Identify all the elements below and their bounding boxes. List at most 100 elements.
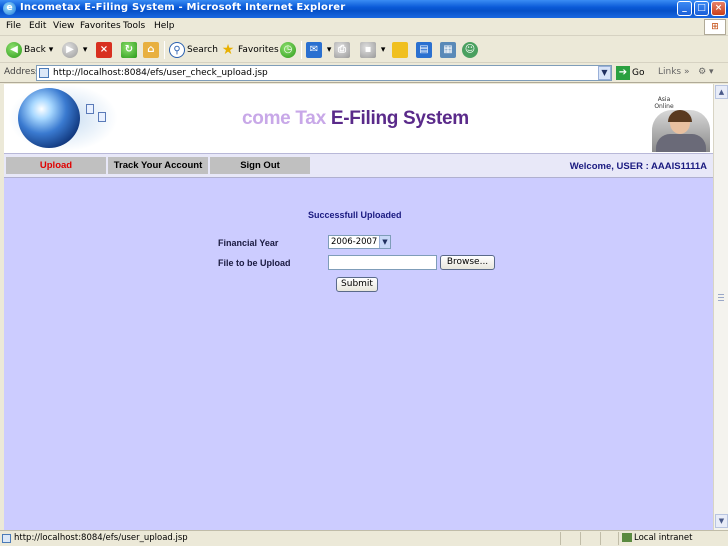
forward-arrow-icon: ▶ (62, 41, 78, 58)
menu-file[interactable]: File (6, 21, 21, 31)
users-button[interactable]: ☺ (462, 40, 480, 60)
minimize-button[interactable]: _ (677, 1, 692, 16)
status-bar: http://localhost:8084/efs/user_upload.js… (0, 530, 728, 546)
menu-edit[interactable]: Edit (29, 21, 46, 31)
scroll-down-button[interactable]: ▼ (715, 514, 728, 528)
page-status-icon (2, 534, 11, 543)
address-bar: Address http://localhost:8084/efs/user_c… (0, 63, 728, 83)
document-icon (86, 104, 94, 114)
financial-year-select[interactable]: 2006-2007 ▼ (328, 235, 391, 249)
go-label: Go (632, 68, 645, 78)
scroll-grip (718, 297, 724, 298)
mail-button[interactable]: ✉ ▾ (306, 40, 331, 60)
back-label: Back (24, 45, 46, 55)
windows-logo-icon: ⊞ (704, 19, 726, 35)
refresh-icon: ↻ (121, 41, 137, 58)
status-text: http://localhost:8084/efs/user_upload.js… (14, 533, 188, 543)
toolbar-extra-icon: ⚙ (698, 67, 707, 77)
upload-status-message: Successfull Uploaded (308, 210, 402, 220)
mail-icon: ✉ (306, 41, 322, 58)
address-dropdown-button[interactable]: ▼ (598, 66, 611, 80)
search-button[interactable]: ⚲ Search (169, 40, 218, 60)
page-icon (39, 68, 49, 78)
home-button[interactable]: ⌂ (143, 40, 161, 60)
site-title-faded: come Tax (242, 108, 331, 129)
links-button[interactable]: Links » ⚙ ▾ (658, 67, 714, 77)
messenger-icon: ▦ (440, 41, 456, 58)
favorites-label: Favorites (238, 45, 279, 55)
nav-track-account[interactable]: Track Your Account (108, 157, 208, 174)
ie-icon: e (3, 2, 16, 15)
users-icon: ☺ (462, 41, 478, 58)
toolbar-separator (164, 41, 165, 59)
menu-tools[interactable]: Tools (123, 21, 145, 31)
nav-sign-out[interactable]: Sign Out (210, 157, 310, 174)
close-button[interactable]: × (711, 1, 726, 16)
financial-year-label: Financial Year (218, 238, 279, 248)
toolbar: ◀ Back ▾ ▶ ▾ × ↻ ⌂ ⚲ Search ★ Favorites ◷ ✉… (0, 37, 728, 63)
support-agent-image (652, 110, 710, 152)
title-bar: e Incometax E-Filing System - Microsoft … (0, 0, 728, 18)
security-zone-label: Local intranet (634, 533, 693, 543)
home-icon: ⌂ (143, 41, 159, 58)
window-title: Incometax E-Filing System - Microsoft In… (20, 2, 346, 13)
scroll-grip (718, 294, 724, 295)
scroll-up-button[interactable]: ▲ (715, 85, 728, 99)
page-viewport: come Tax E-Filing System Asia Online Upl… (4, 84, 713, 530)
refresh-button[interactable]: ↻ (121, 40, 139, 60)
submit-button[interactable]: Submit (336, 277, 378, 292)
history-icon: ◷ (280, 41, 296, 58)
favorites-star-icon: ★ (221, 41, 235, 58)
vertical-scrollbar[interactable]: ▲ ▼ (713, 84, 728, 530)
nav-upload[interactable]: Upload (6, 157, 106, 174)
browse-button[interactable]: Browse... (440, 255, 495, 270)
address-label: Address (4, 67, 40, 77)
site-title-main: E-Filing System (330, 108, 469, 129)
address-input[interactable]: http://localhost:8084/efs/user_check_upl… (36, 65, 612, 81)
toolbar-separator (301, 41, 302, 59)
stop-button[interactable]: × (96, 40, 114, 60)
globe-logo-icon (18, 88, 80, 148)
research-icon: ▤ (416, 41, 432, 58)
print-button[interactable]: ⎙ (334, 40, 352, 60)
agent-hair (668, 110, 692, 122)
research-button[interactable]: ▤ (416, 40, 434, 60)
edit-icon: ▪ (360, 41, 376, 58)
links-label: Links (658, 67, 682, 77)
status-pane-divider (580, 532, 581, 545)
back-arrow-icon: ◀ (6, 41, 22, 58)
file-path-input[interactable] (328, 255, 437, 270)
maximize-button[interactable]: □ (694, 1, 709, 16)
print-icon: ⎙ (334, 41, 350, 58)
forward-button[interactable]: ▶ ▾ (62, 40, 87, 60)
financial-year-value: 2006-2007 (331, 237, 378, 247)
menu-help[interactable]: Help (154, 21, 175, 31)
search-label: Search (187, 45, 218, 55)
history-button[interactable]: ◷ (280, 40, 298, 60)
back-button[interactable]: ◀ Back ▾ (6, 40, 53, 60)
go-button[interactable]: ➔ Go (616, 66, 644, 80)
agent-body (656, 134, 706, 152)
scroll-grip (718, 300, 724, 301)
site-banner: come Tax E-Filing System Asia Online (4, 84, 713, 154)
document-icon (98, 112, 106, 122)
edit-button[interactable]: ▪ ▾ (360, 40, 385, 60)
welcome-text: Welcome, USER : AAAIS1111A (569, 161, 707, 172)
note-icon (392, 41, 408, 58)
menu-favorites[interactable]: Favorites (80, 21, 121, 31)
file-upload-label: File to be Upload (218, 258, 291, 268)
asia-online-badge: Asia Online (654, 96, 674, 110)
stop-icon: × (96, 41, 112, 58)
go-arrow-icon: ➔ (616, 66, 630, 80)
status-pane-divider (600, 532, 601, 545)
search-icon: ⚲ (169, 41, 185, 58)
menu-bar: File Edit View Favorites Tools Help ⊞ (0, 18, 728, 36)
address-url: http://localhost:8084/efs/user_check_upl… (53, 68, 268, 78)
messenger-button[interactable]: ▦ (440, 40, 458, 60)
nav-strip: Upload Track Your Account Sign Out Welco… (4, 154, 713, 178)
discuss-button[interactable] (392, 40, 410, 60)
menu-view[interactable]: View (53, 21, 74, 31)
favorites-button[interactable]: ★ Favorites (220, 40, 279, 60)
site-title: come Tax E-Filing System (242, 108, 469, 130)
status-pane-divider (560, 532, 561, 545)
